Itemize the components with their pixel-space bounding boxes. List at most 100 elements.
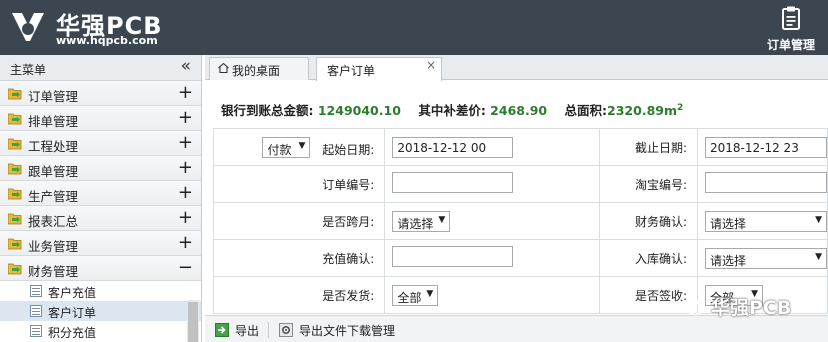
bank-total-label: 银行到账总金额: [221, 103, 314, 118]
watermark: 华强PCB [678, 292, 824, 320]
start-date-input[interactable]: 2018-12-12 00 [392, 136, 514, 158]
dropdown-arrow-icon: ▼ [438, 214, 446, 225]
finance-confirm-label: 财务确认: [599, 202, 698, 240]
sidebar-item-order-management[interactable]: 订单管理 + [0, 81, 201, 106]
export-download-label: 导出文件下载管理 [299, 324, 396, 338]
order-management-header-button[interactable]: 订单管理 [758, 4, 824, 52]
cross-month-value: 请选择 [397, 216, 434, 231]
finance-confirm-value: 请选择 [710, 216, 747, 231]
folder-arrow-icon [8, 213, 22, 225]
watermark-text: 华强PCB [711, 297, 792, 319]
pay-type-value: 付款 [267, 142, 292, 157]
sidebar-subitem-customer-orders[interactable]: 客户订单 [0, 301, 201, 321]
export-icon [215, 323, 229, 337]
stock-confirm-label: 入库确认: [599, 239, 698, 277]
clipboard-icon [782, 6, 800, 30]
sidebar-item-label: 工程处理 [28, 139, 79, 154]
end-date-label: 截止日期: [599, 128, 698, 166]
double-chevron-left-icon[interactable]: « [181, 56, 191, 76]
tab-label: 客户订单 [327, 64, 376, 78]
sidebar-item-label: 报表汇总 [28, 214, 79, 229]
sidebar-item-label: 订单管理 [28, 89, 79, 104]
cross-month-select[interactable]: 请选择 ▼ [392, 210, 451, 232]
folder-arrow-icon [8, 188, 22, 200]
sidebar-item-scheduling[interactable]: 排单管理 + [0, 106, 201, 131]
tab-customer-orders[interactable]: 客户订单 × [316, 57, 442, 81]
cross-month-label: 是否跨月: [212, 202, 386, 240]
folder-arrow-icon [8, 163, 22, 175]
sidebar-subitem-label: 积分充值 [48, 326, 97, 340]
expand-icon[interactable]: + [178, 207, 193, 229]
sidebar-item-reports[interactable]: 报表汇总 + [0, 206, 201, 231]
folder-arrow-icon [8, 113, 22, 125]
close-icon[interactable]: × [426, 58, 436, 72]
expand-icon[interactable]: + [178, 82, 193, 104]
expand-icon[interactable]: + [178, 182, 193, 204]
stock-confirm-select[interactable]: 请选择 ▼ [705, 247, 827, 269]
export-label: 导出 [235, 324, 260, 338]
recharge-confirm-input[interactable] [392, 246, 514, 267]
area-label: 总面积: [564, 103, 608, 118]
logo-icon [12, 13, 44, 41]
subsidy-value: 2468.90 [490, 103, 548, 118]
sidebar-item-label: 生产管理 [28, 189, 79, 204]
folder-arrow-icon [8, 88, 22, 100]
expand-icon[interactable]: + [178, 232, 193, 254]
tab-my-desktop[interactable]: 我的桌面 [209, 57, 309, 80]
app-header: 华强PCB www.hqpcb.com 订单管理 [0, 0, 828, 55]
wechat-icon [678, 294, 704, 316]
sidebar-subitem-label: 客户订单 [48, 306, 97, 320]
sidebar-title: 主菜单 [10, 63, 47, 77]
area-value: 2320.89m [607, 103, 677, 118]
sidebar-subitem-customer-recharge[interactable]: 客户充值 [0, 281, 201, 301]
sidebar-header: 主菜单 « [0, 55, 201, 81]
order-no-input[interactable] [392, 172, 514, 193]
folder-arrow-icon [8, 238, 22, 250]
sidebar-item-label: 排单管理 [28, 114, 79, 129]
collapse-icon[interactable]: − [178, 257, 193, 279]
area-unit-sup: 2 [677, 102, 684, 113]
sidebar-subitem-points-recharge[interactable]: 积分充值 [0, 321, 201, 341]
list-icon [30, 325, 42, 337]
taobao-no-label: 淘宝编号: [599, 165, 698, 203]
sidebar-scrollbar[interactable] [187, 300, 199, 342]
folder-arrow-icon [8, 138, 22, 150]
shipped-label: 是否发货: [212, 276, 386, 314]
sidebar-item-business[interactable]: 业务管理 + [0, 231, 201, 256]
scrollbar-thumb[interactable] [188, 302, 198, 342]
dropdown-arrow-icon: ▼ [815, 214, 822, 225]
order-no-label: 订单编号: [212, 165, 386, 203]
header-button-label: 订单管理 [766, 38, 815, 52]
shipped-value: 全部 [397, 290, 422, 305]
pay-type-select[interactable]: 付款 ▼ [262, 136, 311, 158]
sidebar-item-finance[interactable]: 财务管理 − [0, 256, 201, 281]
end-date-input[interactable]: 2018-12-12 23 [705, 136, 827, 158]
sidebar-item-engineering[interactable]: 工程处理 + [0, 131, 201, 156]
dropdown-arrow-icon: ▼ [426, 288, 434, 299]
dropdown-arrow-icon: ▼ [815, 251, 822, 262]
subsidy-label: 其中补差价: [418, 103, 486, 118]
tab-bar: 我的桌面 客户订单 × [205, 55, 828, 81]
sidebar-item-label: 财务管理 [28, 264, 79, 279]
home-icon [218, 63, 229, 73]
export-download-manager-button[interactable]: 导出文件下载管理 [279, 321, 409, 339]
export-button[interactable]: 导出 [215, 321, 265, 339]
sidebar-item-label: 跟单管理 [28, 164, 79, 179]
expand-icon[interactable]: + [178, 157, 193, 179]
filter-form: 付款 ▼ 起始日期: 2018-12-12 00 截止日期: 2018-12-12… [212, 128, 828, 314]
sidebar-item-followup[interactable]: 跟单管理 + [0, 156, 201, 181]
sidebar-item-label: 业务管理 [28, 239, 79, 254]
list-icon [30, 285, 42, 297]
shipped-select[interactable]: 全部 ▼ [392, 284, 439, 306]
start-date-label: 起始日期: [322, 142, 375, 157]
toolbar-divider [268, 322, 269, 338]
folder-arrow-icon [8, 263, 22, 275]
brand-url: www.hqpcb.com [56, 34, 158, 47]
recharge-confirm-label: 充值确认: [212, 239, 386, 277]
sidebar-item-production[interactable]: 生产管理 + [0, 181, 201, 206]
expand-icon[interactable]: + [178, 132, 193, 154]
tab-label: 我的桌面 [232, 64, 281, 78]
expand-icon[interactable]: + [178, 107, 193, 129]
finance-confirm-select[interactable]: 请选择 ▼ [705, 210, 827, 232]
taobao-no-input[interactable] [705, 172, 827, 193]
